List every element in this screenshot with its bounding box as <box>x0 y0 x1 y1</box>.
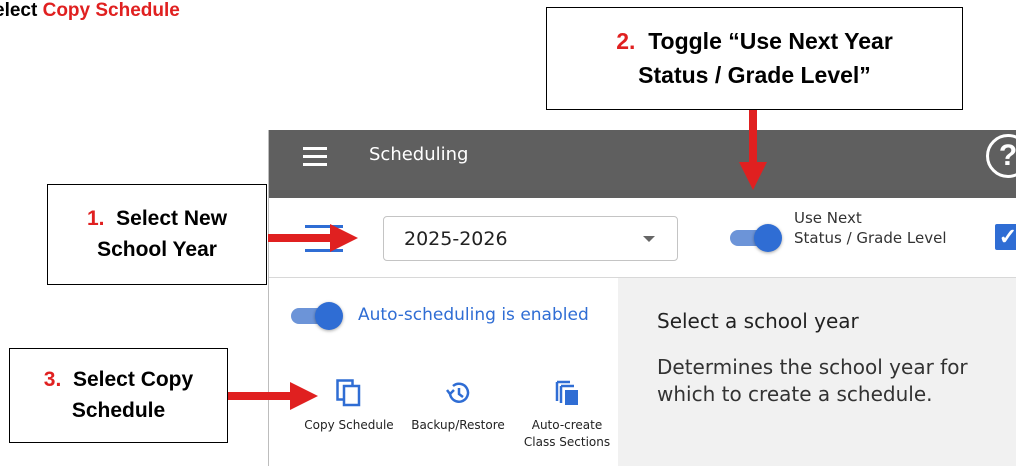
arrow-to-copy-schedule <box>228 382 318 410</box>
arrow-to-next-year-toggle <box>739 110 767 190</box>
arrow-to-year-select <box>268 224 358 252</box>
annotation-arrows <box>228 110 767 410</box>
